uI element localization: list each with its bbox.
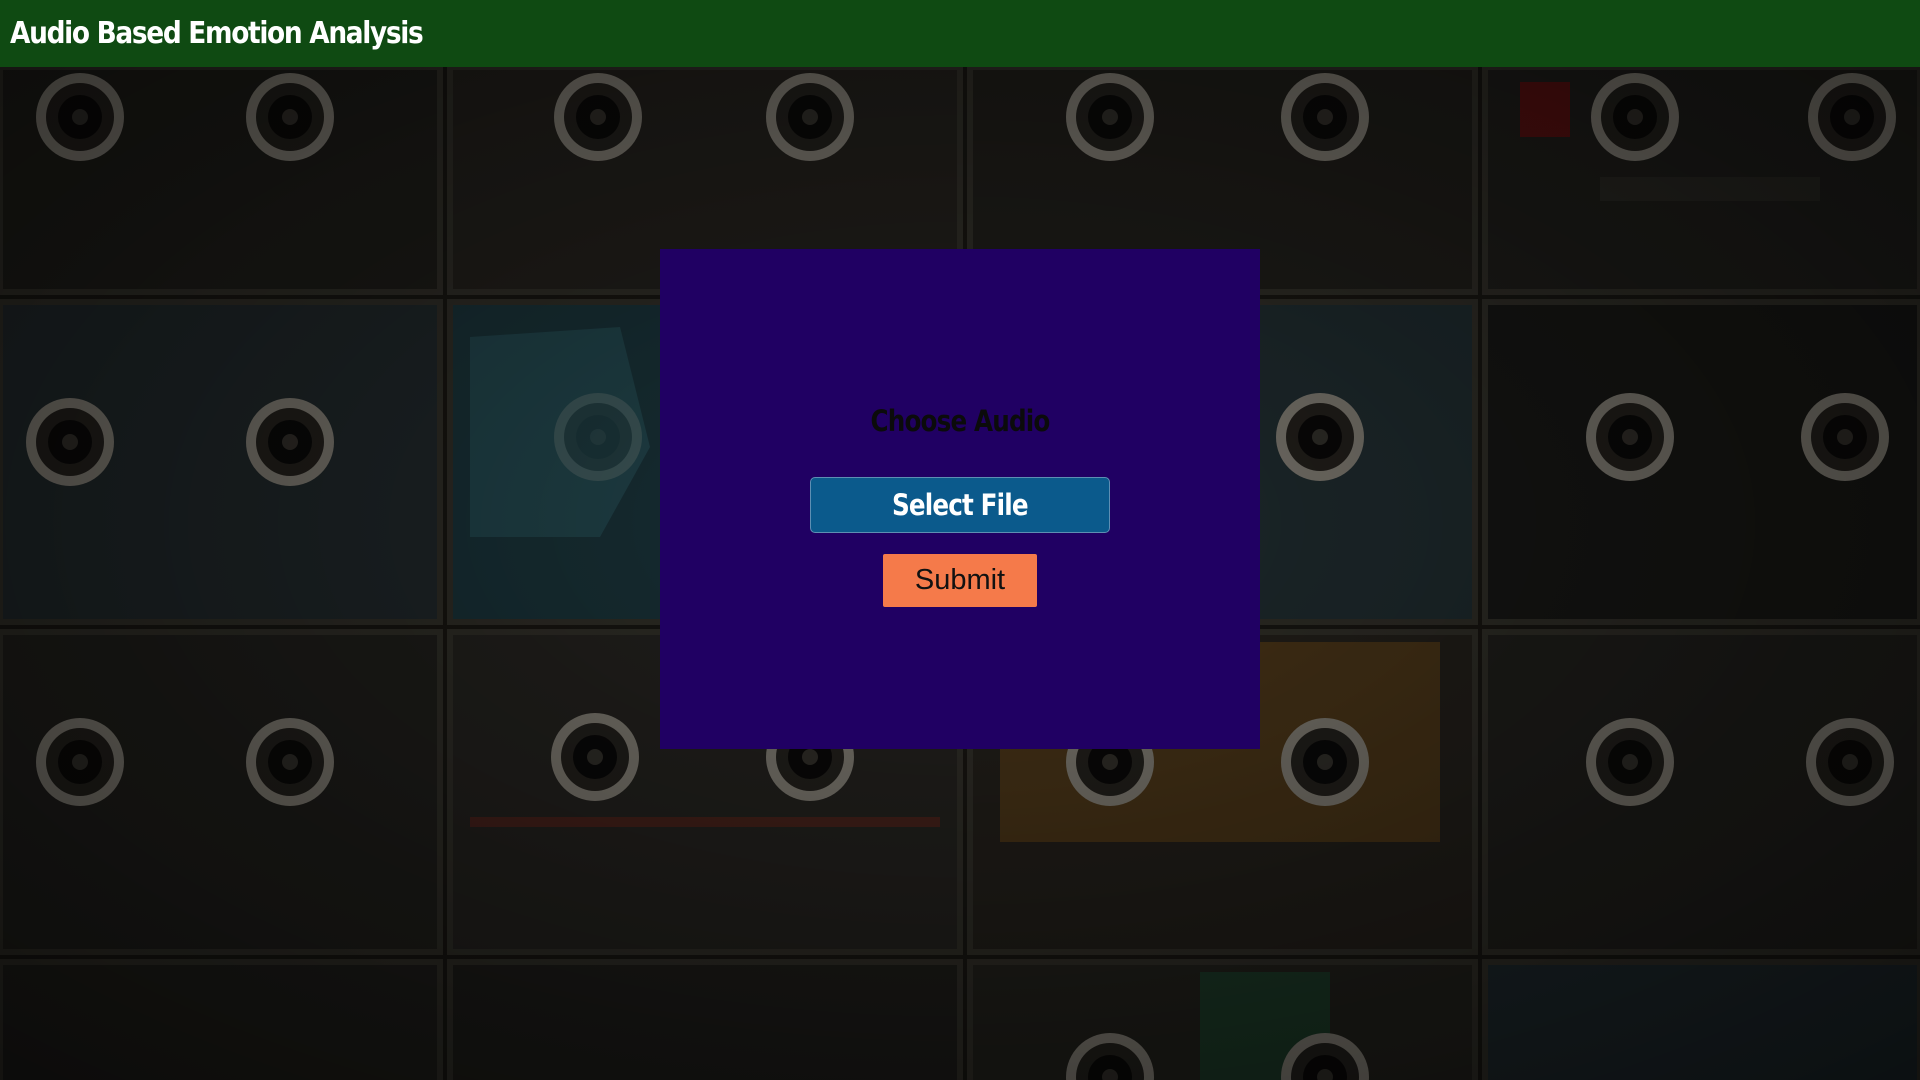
app-title: Audio Based Emotion Analysis: [10, 16, 424, 51]
top-header-bar: Audio Based Emotion Analysis: [0, 0, 1920, 67]
choose-audio-heading: Choose Audio: [870, 404, 1051, 438]
upload-panel: Choose Audio Select File Submit: [660, 249, 1260, 749]
submit-button[interactable]: Submit: [883, 554, 1037, 607]
select-file-label: Select File: [892, 488, 1029, 522]
select-file-button[interactable]: Select File: [810, 477, 1110, 533]
